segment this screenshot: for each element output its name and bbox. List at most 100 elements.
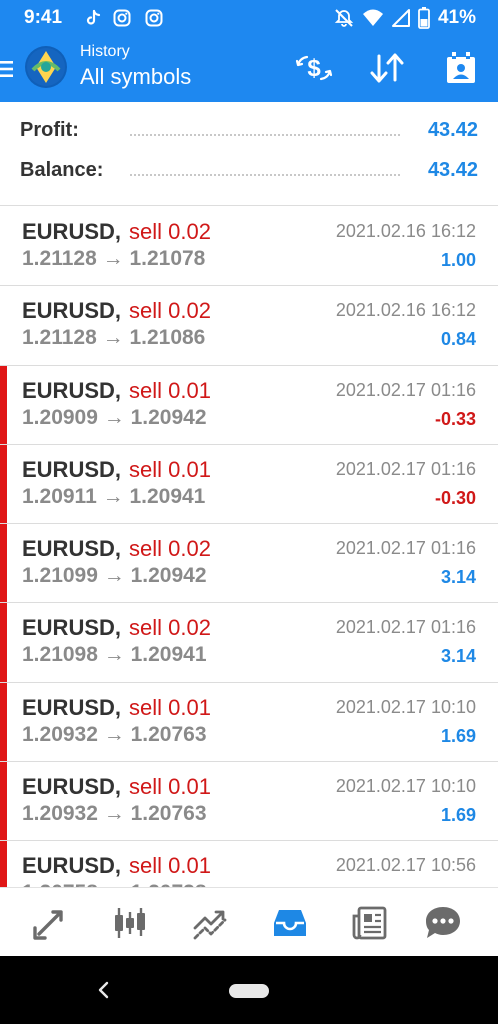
calendar-button[interactable]: [441, 48, 481, 88]
deal-symbol: EURUSD,: [22, 694, 122, 720]
deal-symbol: EURUSD,: [22, 456, 122, 482]
status-right: 41%: [334, 6, 476, 30]
deal-profit: 3.14: [440, 646, 476, 667]
deal-row[interactable]: EURUSD, sell 0.02 2021.02.17 01:16 1.21099 …: [0, 524, 498, 604]
deal-symbol: EURUSD,: [22, 615, 122, 641]
open-price: 1.21098: [22, 643, 98, 667]
deal-row[interactable]: EURUSD, sell 0.02 2021.02.17 01:16 1.21098 …: [0, 603, 498, 683]
open-price: 1.20932: [22, 801, 98, 825]
nav-quotes[interactable]: [30, 903, 70, 943]
status-bar: 9:41 41%: [0, 0, 498, 36]
deal-prices: 1.21128 → 1.21086: [22, 326, 205, 350]
price-arrow: →: [103, 643, 125, 667]
app-logo: [25, 46, 67, 88]
profit-value: 43.42: [427, 119, 478, 141]
deal-row[interactable]: EURUSD, sell 0.02 2021.02.16 16:12 1.21128 …: [0, 286, 498, 366]
quotes-icon: [33, 910, 63, 940]
tiktok-icon: [86, 9, 101, 25]
bottom-navigation: [0, 887, 498, 956]
deal-row[interactable]: EURUSD,sell 0.012021.02.17 10:561.20758 …: [0, 841, 498, 887]
deal-symbol: EURUSD,: [22, 773, 122, 799]
deal-profit: -0.33: [434, 408, 476, 429]
close-price: 1.20941: [130, 643, 207, 667]
deal-row[interactable]: EURUSD, sell 0.01 2021.02.17 10:10 1.20932 …: [0, 682, 498, 762]
deal-side-volume: sell 0.02: [129, 298, 211, 324]
back-icon[interactable]: [96, 980, 112, 1000]
deal-time: 2021.02.17 01:16: [335, 617, 476, 638]
top-bar: 9:41 41% History All symbols $: [0, 0, 498, 102]
wifi-icon: [362, 9, 383, 26]
deal-time: 2021.02.17 10:56: [335, 855, 476, 875]
sort-button[interactable]: [367, 48, 407, 88]
chat-icon: [426, 907, 460, 938]
price-arrow: →: [103, 405, 125, 429]
price-arrow: →: [102, 484, 124, 508]
deal-side-volume: sell 0.01: [129, 853, 211, 878]
deal-side-volume: sell 0.01: [129, 456, 211, 482]
sort-icon: [370, 53, 404, 83]
close-price: 1.21078: [129, 247, 206, 270]
open-price: 1.20911: [22, 484, 97, 508]
deal-prices: 1.21099 → 1.20942: [22, 564, 207, 588]
deal-profit: 0.84: [440, 329, 476, 350]
nav-history[interactable]: [270, 903, 310, 943]
deal-marker: [0, 524, 7, 603]
nav-chart[interactable]: [110, 903, 150, 943]
signal-icon: [391, 9, 410, 27]
instagram-icon: [113, 9, 131, 27]
profit-label: Profit:: [20, 119, 85, 142]
mute-icon: [334, 9, 354, 27]
deal-prices: 1.20932 → 1.20763: [22, 802, 207, 826]
deal-prices: 1.20909 → 1.20942: [22, 406, 207, 430]
svg-text:$: $: [307, 55, 321, 82]
history-icon: [274, 910, 306, 936]
battery-percent: 41%: [437, 7, 476, 28]
deal-prices: 1.20911 → 1.20941: [22, 485, 205, 509]
deal-time: 2021.02.17 10:10: [335, 696, 476, 717]
deal-side-volume: sell 0.02: [129, 615, 211, 641]
header-title[interactable]: All symbols: [80, 62, 191, 92]
app-bar: History All symbols $: [0, 36, 498, 102]
deal-row[interactable]: EURUSD, sell 0.01 2021.02.17 01:16 1.20911 …: [0, 444, 498, 524]
deal-marker: [0, 603, 7, 682]
deal-profit: 1.69: [440, 804, 476, 825]
status-time: 9:41: [24, 7, 63, 28]
price-arrow: →: [103, 722, 125, 746]
trade-icon: [193, 910, 227, 940]
deal-symbol: EURUSD,: [22, 377, 122, 403]
deal-time: 2021.02.17 01:16: [335, 379, 476, 400]
balance-label: Balance:: [20, 159, 110, 182]
deal-prices: 1.20932 → 1.20763: [22, 723, 207, 747]
price-arrow: →: [103, 564, 125, 587]
close-price: 1.21086: [129, 326, 206, 350]
balance-value: 43.42: [427, 159, 478, 181]
header-subtitle: History: [80, 43, 130, 60]
currency-filter-icon: $: [295, 55, 333, 82]
menu-icon[interactable]: [0, 54, 14, 84]
price-arrow: →: [102, 326, 124, 350]
deal-profit: -0.30: [434, 487, 476, 508]
nav-trade[interactable]: [190, 903, 230, 943]
deal-side-volume: sell 0.02: [129, 219, 211, 244]
deal-marker: [0, 365, 7, 444]
deal-symbol: EURUSD,: [22, 536, 122, 561]
deal-profit: 3.14: [440, 567, 476, 587]
deals-list[interactable]: EURUSD, sell 0.02 2021.02.16 16:12 1.21128 …: [0, 207, 498, 887]
deal-row[interactable]: EURUSD, sell 0.02 2021.02.16 16:12 1.21128 …: [0, 207, 498, 287]
deal-side-volume: sell 0.02: [129, 536, 211, 561]
deal-side-volume: sell 0.01: [129, 694, 211, 720]
system-navigation-bar: [0, 956, 498, 1024]
deal-row[interactable]: EURUSD, sell 0.01 2021.02.17 10:10 1.20932 …: [0, 761, 498, 841]
close-price: 1.20763: [130, 801, 207, 825]
close-price: 1.20942: [130, 405, 207, 429]
deal-row[interactable]: EURUSD, sell 0.01 2021.02.17 01:16 1.20909 …: [0, 365, 498, 445]
currency-filter-button[interactable]: $: [294, 48, 334, 88]
balance-leader-dots: [130, 174, 400, 176]
nav-chat[interactable]: [423, 903, 463, 943]
home-pill[interactable]: [229, 984, 269, 998]
nav-news[interactable]: [350, 903, 390, 943]
deal-time: 2021.02.17 01:16: [335, 458, 476, 479]
open-price: 1.21128: [22, 247, 97, 270]
close-price: 1.20763: [130, 722, 207, 746]
deal-time: 2021.02.16 16:12: [335, 221, 476, 241]
